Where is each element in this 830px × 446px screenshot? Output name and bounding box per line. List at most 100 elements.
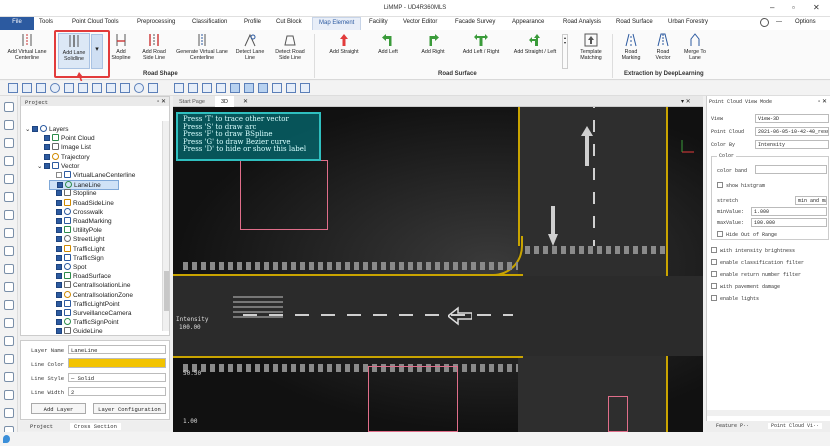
panel-close-icon[interactable]: ▫ ✕ [818, 98, 827, 105]
tab-tools[interactable]: Tools [39, 19, 53, 25]
select-icon[interactable] [174, 83, 184, 93]
layer-checkbox[interactable] [56, 319, 62, 326]
max-value-input[interactable]: 100.000 [751, 218, 827, 227]
curve-icon[interactable] [36, 83, 46, 93]
tool-circle-icon[interactable] [4, 174, 14, 184]
template-matching-button[interactable]: Template Matching [574, 33, 608, 69]
road-marking-button[interactable]: Road Marking [616, 33, 646, 69]
add-lane-solidline-button[interactable]: Add Lane Solidline [58, 33, 90, 69]
box-select-icon[interactable] [188, 83, 198, 93]
close-tab-icon[interactable]: ✕ [243, 98, 248, 105]
tab-feature-properties[interactable]: Feature P·· [716, 423, 749, 429]
color-by-select[interactable]: Intensity [755, 140, 829, 149]
layer-checkbox[interactable] [44, 162, 50, 169]
tab-start-page[interactable]: Start Page [173, 96, 211, 107]
tool-pointer-icon[interactable] [4, 102, 14, 112]
generate-virtual-lane-centerline-button[interactable]: Generate Virtual Lane Centerline [172, 33, 232, 69]
line-color-swatch[interactable] [68, 358, 166, 368]
tool-fence-icon[interactable] [4, 300, 14, 310]
add-left-button[interactable]: Add Left [370, 33, 406, 69]
expand-icon[interactable]: ⌄ [25, 125, 32, 133]
expand-icon[interactable]: ⌄ [37, 162, 44, 170]
tool-curve-icon[interactable] [4, 156, 14, 166]
tree-scrollbar[interactable] [162, 121, 169, 331]
line-width-spinbox[interactable]: 2 [68, 387, 166, 396]
layer-checkbox[interactable] [56, 199, 62, 206]
tool-export-icon[interactable] [4, 408, 14, 418]
detect-road-side-line-button[interactable]: Detect Road Side Line [270, 33, 310, 69]
layer-checkbox[interactable] [56, 328, 62, 335]
minimize-button[interactable]: – [770, 3, 774, 12]
tab-map-element[interactable]: Map Element [312, 17, 362, 30]
checkbox-icon[interactable] [717, 182, 723, 188]
option-checkbox[interactable]: enable lights [711, 295, 759, 302]
layer-checkbox[interactable] [56, 236, 62, 243]
layer-checkbox[interactable] [57, 182, 63, 189]
collapse-icon[interactable]: — [776, 19, 782, 25]
tab-point-cloud-tools[interactable]: Point Cloud Tools [72, 19, 119, 25]
layer-checkbox[interactable] [56, 190, 62, 197]
polygon-icon[interactable] [50, 83, 60, 93]
tool-layer-icon[interactable] [4, 372, 14, 382]
hide-out-of-range-checkbox[interactable]: Hide Out of Range [717, 231, 777, 238]
show-histogram-checkbox[interactable]: show histgram [717, 182, 765, 189]
tool-cone-icon[interactable] [4, 210, 14, 220]
layer-checkbox[interactable] [56, 273, 62, 280]
move-icon[interactable] [202, 83, 212, 93]
tab-road-surface[interactable]: Road Surface [616, 19, 653, 25]
horizontal-scrollbar[interactable] [707, 410, 830, 416]
tool-box-icon[interactable] [4, 228, 14, 238]
layer-checkbox[interactable] [56, 282, 62, 289]
tool-arc-icon[interactable] [4, 138, 14, 148]
layer-checkbox[interactable] [56, 264, 62, 270]
snap-vertex-icon[interactable] [244, 83, 254, 93]
add-road-side-line-button[interactable]: Add Road Side Line [138, 33, 170, 69]
road-vector-button[interactable]: Road Vector [650, 33, 676, 69]
snap-edge-icon[interactable] [258, 83, 268, 93]
gallery-scroll[interactable]: ▴ ▾ [562, 34, 568, 69]
tool-ruler-icon[interactable] [4, 354, 14, 364]
measure-icon[interactable] [286, 83, 296, 93]
ellipse-icon[interactable] [92, 83, 102, 93]
tab-preprocessing[interactable]: Preprocessing [137, 19, 175, 25]
panel-pin-icon[interactable]: ▫ ✕ [157, 98, 166, 105]
split-icon[interactable] [106, 83, 116, 93]
layer-checkbox[interactable] [56, 172, 62, 178]
color-band-select[interactable] [755, 165, 827, 174]
merge-icon[interactable] [120, 83, 130, 93]
tab-classification[interactable]: Classification [192, 19, 227, 25]
tab-project[interactable]: Project [30, 423, 53, 430]
checkbox-icon[interactable] [711, 247, 717, 253]
layer-checkbox[interactable] [44, 144, 50, 151]
layer-name-field[interactable]: LaneLine [68, 345, 166, 354]
layer-checkbox[interactable] [56, 310, 62, 316]
snap-icon[interactable] [230, 83, 240, 93]
add-straight-left-button[interactable]: Add Straight / Left [509, 33, 561, 69]
layer-checkbox[interactable] [56, 218, 62, 224]
tool-line-icon[interactable] [4, 120, 14, 130]
angle-icon[interactable] [272, 83, 282, 93]
add-left-right-button[interactable]: Add Left / Right [457, 33, 505, 69]
tab-cross-section[interactable]: Cross Section [70, 423, 121, 430]
tool-area-icon[interactable] [4, 318, 14, 328]
polyline-icon[interactable] [8, 83, 18, 93]
layer-checkbox[interactable] [44, 135, 50, 142]
add-stopline-button[interactable]: Add Stopline [108, 33, 134, 69]
scroll-thumb[interactable] [164, 271, 169, 311]
layer-checkbox[interactable] [56, 300, 62, 307]
checkbox-icon[interactable] [711, 271, 717, 277]
tool-profile-icon[interactable] [4, 390, 14, 400]
add-right-button[interactable]: Add Right [414, 33, 452, 69]
option-checkbox[interactable]: with intensity brightness [711, 247, 795, 254]
layer-checkbox[interactable] [56, 291, 62, 298]
tab-facade-survey[interactable]: Facade Survey [455, 19, 495, 25]
tab-cut-block[interactable]: Cut Block [276, 19, 302, 25]
point-cloud-select[interactable]: 2021-06-05-10-42-40_result123 [755, 127, 829, 136]
close-button[interactable]: ✕ [813, 3, 820, 12]
globe-icon[interactable] [760, 18, 769, 27]
tool-slope-icon[interactable] [4, 336, 14, 346]
cube-icon[interactable] [148, 83, 158, 93]
option-checkbox[interactable]: enable classification filter [711, 259, 804, 266]
maximize-button[interactable]: ▫ [792, 3, 795, 12]
tab-profile[interactable]: Profile [244, 19, 261, 25]
